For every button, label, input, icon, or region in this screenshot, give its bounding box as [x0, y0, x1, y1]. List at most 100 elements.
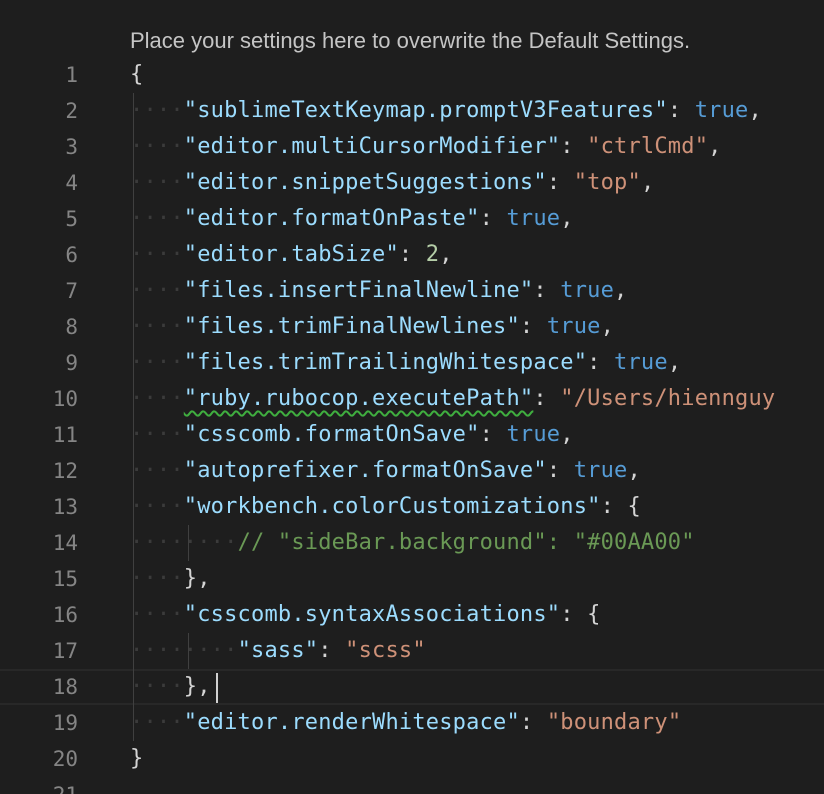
line-number: 7	[65, 279, 78, 303]
close-brace: },	[183, 674, 211, 699]
code-line[interactable]: 2 ····"sublimeTextKeymap.promptV3Feature…	[0, 93, 824, 129]
line-number: 5	[65, 207, 78, 231]
whitespace-dots: ····	[130, 674, 184, 699]
whitespace-dots: ····	[130, 278, 184, 303]
code-line[interactable]: 10 ····"ruby.rubocop.executePath": "/Use…	[0, 381, 824, 417]
code-line[interactable]: 12 ····"autoprefixer.formatOnSave": true…	[0, 453, 824, 489]
close-brace: },	[183, 566, 211, 591]
code-line[interactable]: 8 ····"files.trimFinalNewlines": true,	[0, 309, 824, 345]
setting-key: "autoprefixer.formatOnSave"	[183, 458, 547, 483]
setting-value: true	[573, 458, 628, 483]
code-line[interactable]: 13 ····"workbench.colorCustomizations": …	[0, 489, 824, 525]
code-line[interactable]: 15 ····},	[0, 561, 824, 597]
text-cursor	[216, 673, 218, 703]
whitespace-dots: ····	[130, 170, 184, 195]
line-number: 6	[65, 243, 78, 267]
setting-key: "csscomb.syntaxAssociations"	[183, 602, 561, 627]
code-line[interactable]: 19 ····"editor.renderWhitespace": "bound…	[0, 705, 824, 741]
setting-key: "csscomb.formatOnSave"	[183, 422, 480, 447]
setting-key: "editor.tabSize"	[183, 242, 399, 267]
close-brace: }	[130, 746, 144, 771]
whitespace-dots: ····	[130, 350, 184, 375]
setting-key: "workbench.colorCustomizations"	[183, 494, 601, 519]
setting-value: "/Users/hiennguy	[560, 386, 776, 411]
code-line[interactable]: 5 ····"editor.formatOnPaste": true,	[0, 201, 824, 237]
setting-value: 2	[425, 242, 440, 267]
indent-guide	[133, 93, 134, 741]
code-line[interactable]: 6 ····"editor.tabSize": 2,	[0, 237, 824, 273]
line-number: 16	[52, 603, 78, 627]
setting-key: "files.insertFinalNewline"	[183, 278, 534, 303]
line-number: 9	[65, 351, 78, 375]
whitespace-dots: ····	[130, 386, 184, 411]
whitespace-dots: ········	[130, 530, 238, 555]
line-number: 4	[65, 171, 78, 195]
line-number: 20	[52, 747, 78, 771]
indent-guide	[188, 633, 189, 669]
indent-guide	[188, 525, 189, 561]
setting-key: "sublimeTextKeymap.promptV3Features"	[183, 98, 668, 123]
setting-value: "boundary"	[546, 710, 682, 735]
line-number: 13	[52, 495, 78, 519]
code-line-active[interactable]: 18 ····},	[0, 669, 824, 705]
setting-key: "files.trimTrailingWhitespace"	[183, 350, 588, 375]
code-line[interactable]: 16 ····"csscomb.syntaxAssociations": {	[0, 597, 824, 633]
setting-key: "files.trimFinalNewlines"	[183, 314, 520, 339]
open-brace: {	[627, 494, 641, 519]
setting-value: "scss"	[345, 638, 426, 663]
whitespace-dots: ····	[130, 206, 184, 231]
whitespace-dots: ····	[130, 134, 184, 159]
code-line[interactable]: 21	[0, 777, 824, 794]
setting-value: true	[506, 206, 561, 231]
settings-editor[interactable]: Place your settings here to overwrite th…	[0, 0, 824, 794]
setting-key: "editor.multiCursorModifier"	[183, 134, 561, 159]
line-number: 2	[65, 99, 78, 123]
whitespace-dots: ····	[130, 566, 184, 591]
whitespace-dots: ····	[130, 710, 184, 735]
whitespace-dots: ····	[130, 314, 184, 339]
whitespace-dots: ········	[130, 638, 238, 663]
setting-key: "editor.renderWhitespace"	[183, 710, 520, 735]
open-brace: {	[130, 62, 144, 87]
line-number: 18	[52, 675, 78, 699]
line-number: 1	[65, 63, 78, 87]
line-number: 14	[52, 531, 78, 555]
code-line[interactable]: 11 ····"csscomb.formatOnSave": true,	[0, 417, 824, 453]
line-number: 11	[52, 423, 78, 447]
line-number: 15	[52, 567, 78, 591]
line-number: 19	[52, 711, 78, 735]
setting-value: true	[560, 278, 615, 303]
setting-key: "editor.snippetSuggestions"	[183, 170, 547, 195]
line-number: 10	[52, 387, 78, 411]
setting-key-warning[interactable]: "ruby.rubocop.executePath"	[184, 386, 534, 411]
line-number: 21	[0, 777, 78, 794]
code-line[interactable]: 3 ····"editor.multiCursorModifier": "ctr…	[0, 129, 824, 165]
setting-value: true	[546, 314, 601, 339]
code-line[interactable]: 1 {	[0, 57, 824, 93]
line-number: 8	[65, 315, 78, 339]
settings-hint: Place your settings here to overwrite th…	[130, 28, 691, 53]
whitespace-dots: ····	[130, 602, 184, 627]
whitespace-dots: ····	[130, 494, 184, 519]
open-brace: {	[587, 602, 601, 627]
setting-key: "sass"	[237, 638, 319, 663]
whitespace-dots: ····	[130, 242, 184, 267]
line-number: 17	[52, 639, 78, 663]
setting-value: true	[506, 422, 561, 447]
setting-value: true	[694, 98, 749, 123]
whitespace-dots: ····	[130, 422, 184, 447]
line-number: 12	[52, 459, 78, 483]
setting-key: "editor.formatOnPaste"	[183, 206, 480, 231]
code-line[interactable]: 17 ········"sass": "scss"	[0, 633, 824, 669]
code-line[interactable]: 7 ····"files.insertFinalNewline": true,	[0, 273, 824, 309]
code-line[interactable]: 20 }	[0, 741, 824, 777]
code-line[interactable]: 14 ········// "sideBar.background": "#00…	[0, 525, 824, 561]
code-line[interactable]: 9 ····"files.trimTrailingWhitespace": tr…	[0, 345, 824, 381]
code-comment: // "sideBar.background": "#00AA00"	[237, 530, 695, 555]
line-number: 3	[65, 135, 78, 159]
whitespace-dots: ····	[130, 98, 184, 123]
setting-value: "top"	[573, 170, 641, 195]
whitespace-dots: ····	[130, 458, 184, 483]
code-line[interactable]: 4 ····"editor.snippetSuggestions": "top"…	[0, 165, 824, 201]
setting-value: "ctrlCmd"	[587, 134, 709, 159]
